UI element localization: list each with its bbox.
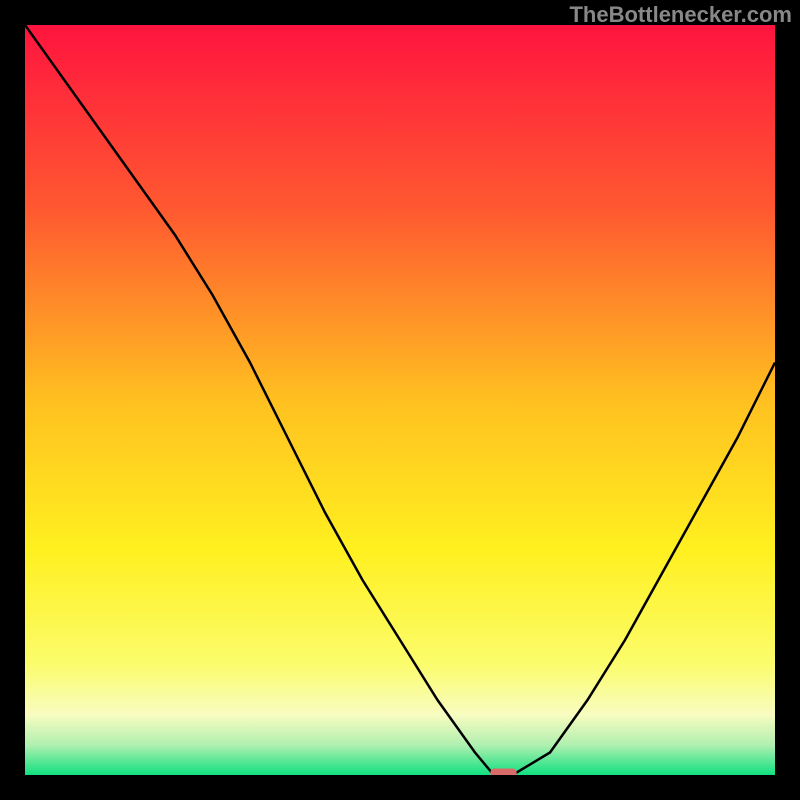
plot-area — [25, 25, 775, 775]
chart-svg — [25, 25, 775, 775]
watermark-label: TheBottlenecker.com — [569, 2, 792, 28]
chart-container: TheBottlenecker.com — [0, 0, 800, 800]
optimal-marker — [490, 769, 516, 776]
gradient-background — [25, 25, 775, 775]
